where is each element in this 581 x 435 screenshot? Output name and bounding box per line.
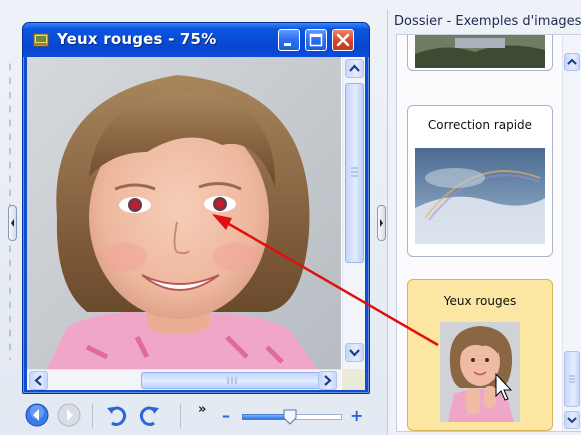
- thumbnail-card[interactable]: [407, 35, 553, 71]
- maximize-icon: [309, 33, 323, 47]
- chevron-left-icon: [11, 219, 14, 227]
- thumbnail-card-correction-rapide[interactable]: Correction rapide: [407, 105, 553, 257]
- girl-portrait-photo[interactable]: [27, 57, 341, 369]
- horizontal-scroll-thumb[interactable]: [141, 372, 323, 389]
- rotate-right-icon[interactable]: [136, 402, 162, 428]
- maximize-button[interactable]: [305, 29, 327, 51]
- thumbnail-list-scrollbar[interactable]: [562, 35, 581, 431]
- toolbar-separator: [92, 404, 93, 428]
- folder-panel: Dossier - Exemples d'images Correction r…: [387, 10, 581, 435]
- scroll-down-button[interactable]: [345, 343, 364, 362]
- list-scroll-up-button[interactable]: [564, 53, 580, 71]
- image-window: Yeux rouges - 75%: [22, 22, 370, 394]
- chevron-up-icon: [567, 58, 577, 65]
- sky-rainbow-thumbnail: [415, 148, 545, 244]
- horizontal-scrollbar[interactable]: [27, 369, 341, 390]
- list-scroll-thumb[interactable]: [564, 351, 580, 407]
- window-titlebar[interactable]: Yeux rouges - 75%: [23, 23, 369, 57]
- chevron-up-icon: [349, 64, 360, 72]
- vertical-scrollbar[interactable]: [342, 57, 365, 369]
- list-scroll-down-button[interactable]: [564, 411, 580, 429]
- back-icon[interactable]: [24, 402, 50, 428]
- thumbnail-label: Yeux rouges: [443, 294, 517, 308]
- scroll-right-button[interactable]: [318, 371, 337, 390]
- photo-app-icon: [33, 33, 49, 47]
- chevron-down-icon: [349, 349, 360, 357]
- thumbnail-card-yeux-rouges[interactable]: Yeux rouges: [407, 279, 553, 431]
- thumbnail-label: Correction rapide: [427, 118, 533, 132]
- folder-panel-title: Dossier - Exemples d'images: [394, 14, 581, 29]
- chevron-down-icon: [567, 417, 577, 424]
- thumbnail-list[interactable]: Correction rapide Yeux rouges: [396, 34, 581, 432]
- chevron-left-icon: [34, 375, 42, 386]
- zoom-out-button[interactable]: –: [222, 406, 230, 425]
- right-panel-toggle[interactable]: [377, 205, 386, 241]
- image-viewport: [27, 57, 365, 390]
- landscape-thumbnail: [415, 35, 545, 68]
- rotate-left-icon[interactable]: [104, 402, 130, 428]
- forward-icon[interactable]: [56, 402, 82, 428]
- minimize-button[interactable]: [278, 29, 300, 51]
- scroll-corner: [342, 369, 365, 390]
- minimize-icon: [284, 43, 291, 46]
- grip-icon: [569, 375, 575, 383]
- grip-icon: [227, 377, 237, 384]
- chevron-right-icon: [324, 375, 332, 386]
- chevron-right-icon: [380, 219, 383, 227]
- close-icon: [336, 33, 350, 47]
- zoom-slider-thumb[interactable]: [282, 408, 298, 426]
- girl-portrait-thumbnail: [440, 322, 520, 422]
- zoom-in-button[interactable]: +: [350, 406, 363, 425]
- window-title: Yeux rouges - 75%: [57, 30, 217, 48]
- left-panel-toggle[interactable]: [8, 205, 17, 241]
- scroll-up-button[interactable]: [345, 59, 364, 78]
- toolbar-separator: [180, 404, 181, 428]
- viewer-toolbar: » – +: [22, 398, 372, 435]
- vertical-scroll-thumb[interactable]: [345, 83, 364, 263]
- scroll-left-button[interactable]: [29, 371, 48, 390]
- more-tools-button[interactable]: »: [198, 402, 206, 417]
- close-button[interactable]: [332, 29, 354, 51]
- grip-icon: [351, 167, 358, 177]
